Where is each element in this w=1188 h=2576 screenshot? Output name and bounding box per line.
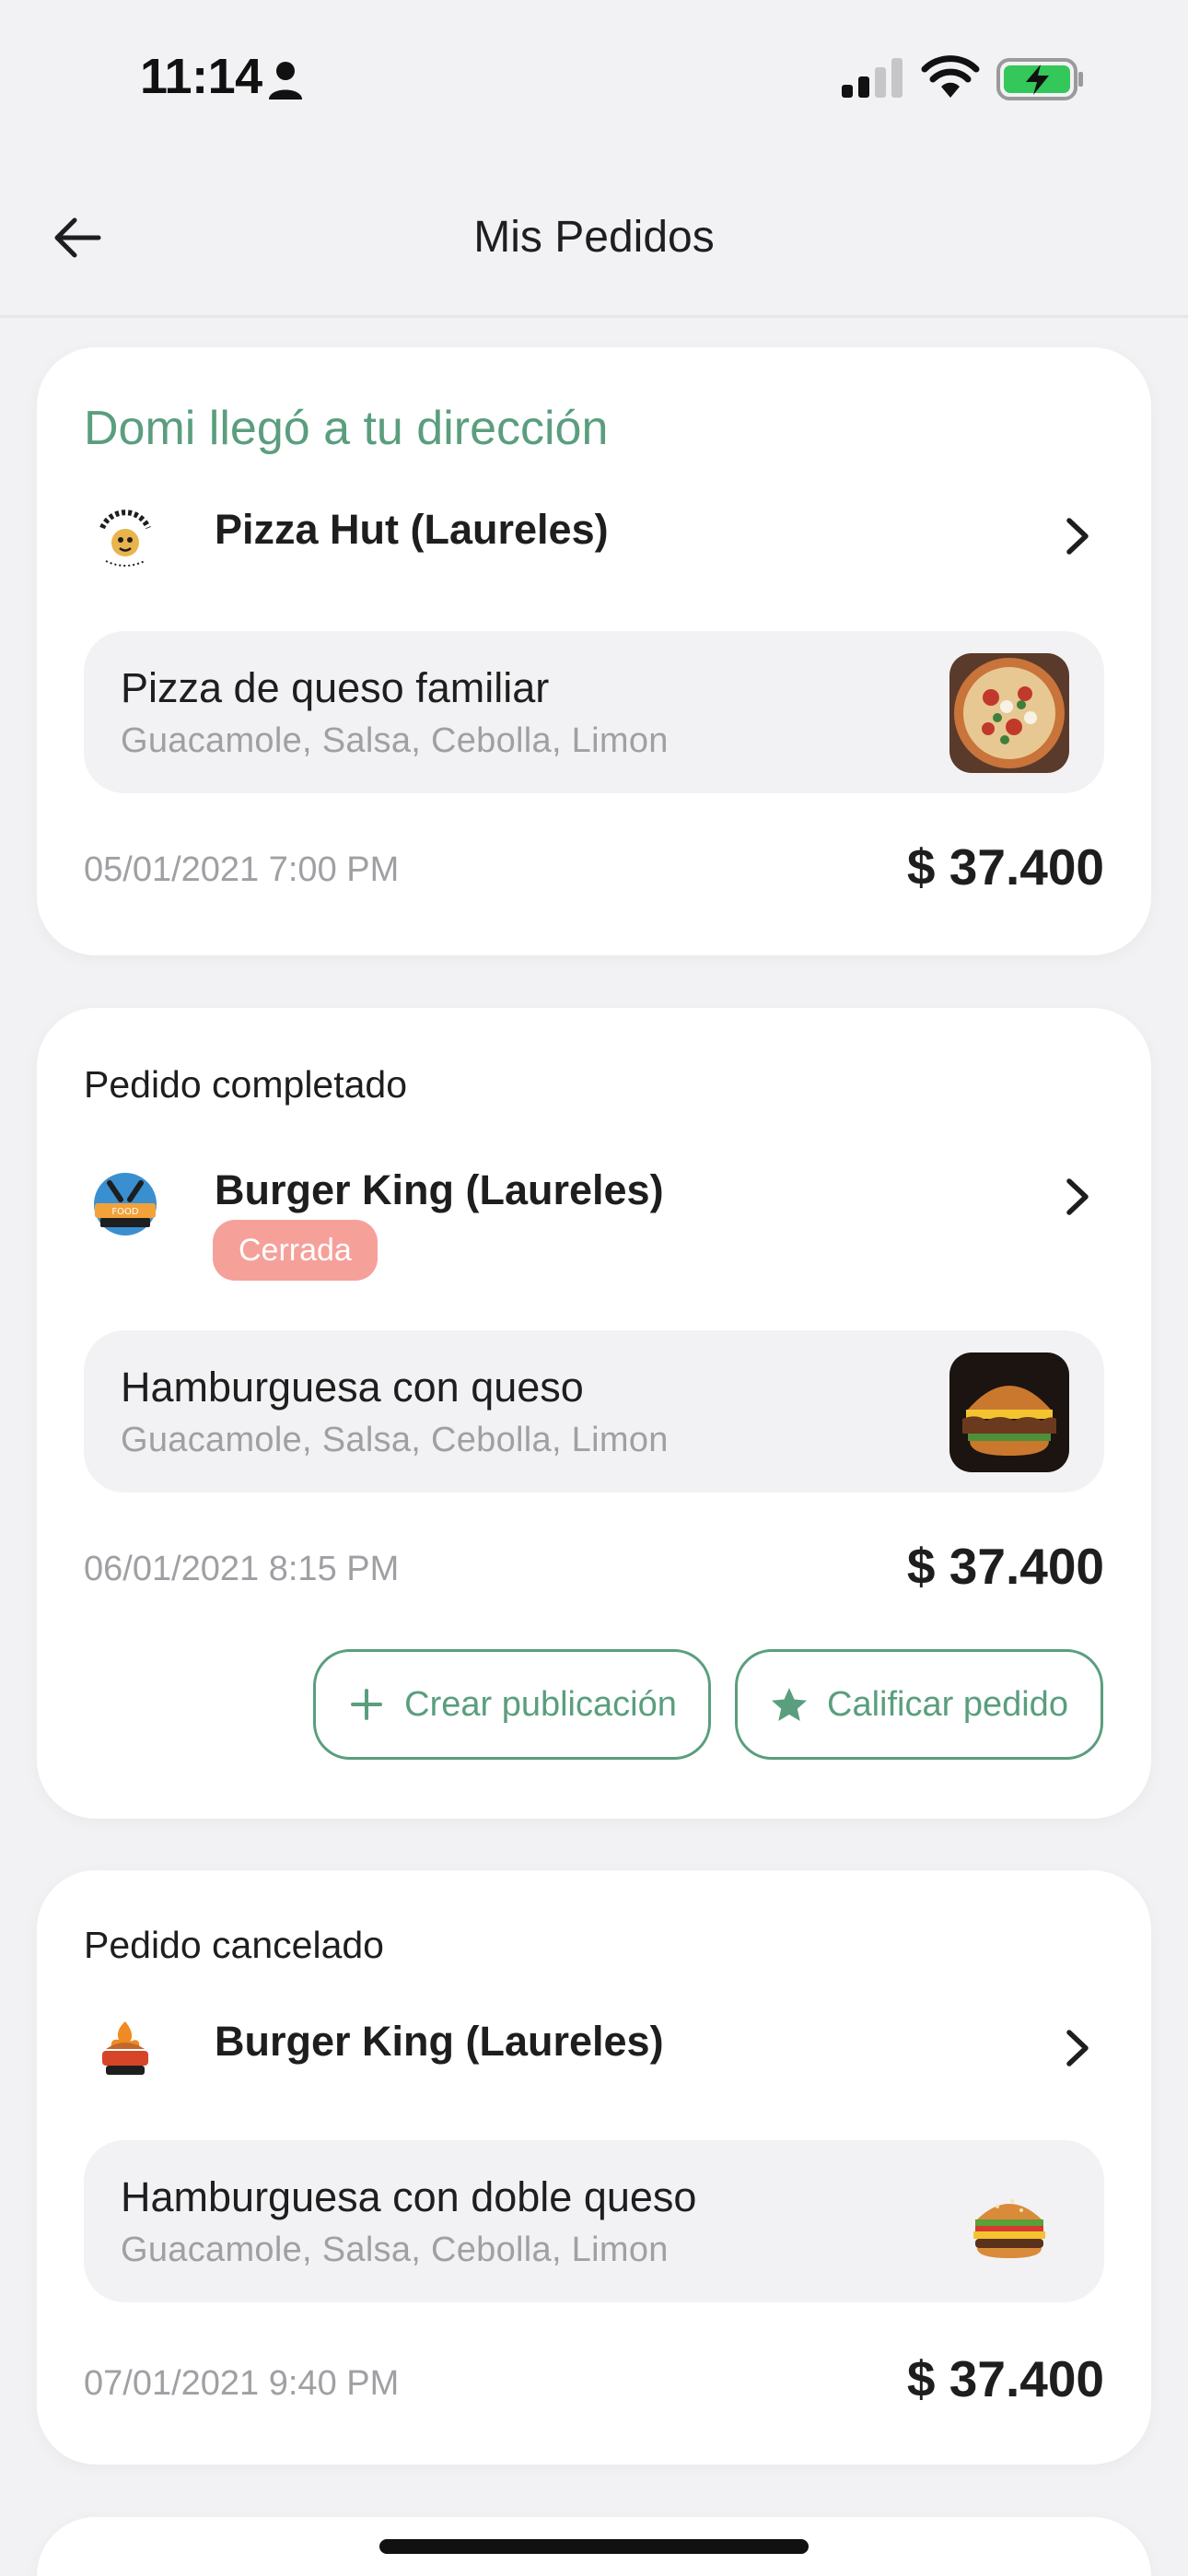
create-post-button[interactable]: Crear publicación — [313, 1649, 711, 1760]
order-total: $ 37.400 — [906, 1538, 1104, 1595]
item-name: Hamburguesa con doble queso — [121, 2173, 697, 2220]
store-name: Burger King (Laureles) — [215, 2018, 664, 2065]
order-card[interactable]: Domi llegó a tu dirección Pizza Hut (Lau… — [37, 347, 1151, 955]
app-header: Mis Pedidos — [0, 157, 1188, 318]
order-date: 06/01/2021 8:15 PM — [84, 1550, 400, 1588]
svg-text:FOOD: FOOD — [111, 1207, 138, 1217]
wifi-icon — [921, 55, 980, 98]
burger-image — [949, 1352, 1069, 1472]
status-badge: Cerrada — [213, 1220, 378, 1281]
item-name: Hamburguesa con queso — [121, 1364, 584, 1411]
store-row[interactable]: Burger King (Laureles) — [84, 2008, 1104, 2091]
orders-screen: 11:14 Mis Pedidos Domi llegó a tu direcc… — [0, 0, 1188, 2576]
order-date: 05/01/2021 7:00 PM — [84, 850, 400, 889]
item-extras: Guacamole, Salsa, Cebolla, Limon — [121, 1421, 669, 1459]
home-indicator[interactable] — [379, 2539, 809, 2554]
create-post-label: Crear publicación — [404, 1684, 677, 1724]
store-name: Pizza Hut (Laureles) — [215, 506, 609, 553]
order-date: 07/01/2021 9:40 PM — [84, 2364, 400, 2403]
store-name: Burger King (Laureles) — [215, 1166, 664, 1213]
status-bar: 11:14 — [0, 0, 1188, 157]
battery-charging-icon — [996, 58, 1083, 100]
order-total: $ 37.400 — [906, 838, 1104, 896]
store-logo: FOOD — [84, 1163, 167, 1246]
item-name: Pizza de queso familiar — [121, 664, 550, 711]
order-status: Domi llegó a tu dirección — [84, 402, 609, 455]
store-row[interactable]: Pizza Hut (Laureles) — [84, 497, 1104, 580]
plus-icon — [351, 1689, 383, 1720]
item-extras: Guacamole, Salsa, Cebolla, Limon — [121, 721, 669, 760]
order-total: $ 37.400 — [906, 2350, 1104, 2407]
order-status: Pedido cancelado — [84, 1924, 384, 1966]
rate-order-button[interactable]: Calificar pedido — [735, 1649, 1103, 1760]
page-title: Mis Pedidos — [473, 213, 715, 262]
person-icon — [269, 62, 302, 100]
store-logo — [84, 497, 167, 580]
status-time: 11:14 — [140, 49, 262, 104]
item-extras: Guacamole, Salsa, Cebolla, Limon — [121, 2231, 669, 2269]
pizza-image — [949, 653, 1069, 773]
order-card[interactable]: Pedido completado FOOD Burger King (Laur… — [37, 1008, 1151, 1819]
chevron-right-icon[interactable] — [1058, 513, 1095, 559]
burger-image — [949, 2162, 1069, 2282]
order-item: Hamburguesa con doble queso Guacamole, S… — [84, 2140, 1104, 2302]
order-item: Hamburguesa con queso Guacamole, Salsa, … — [84, 1330, 1104, 1493]
chevron-right-icon[interactable] — [1058, 1174, 1095, 1220]
store-logo — [84, 2008, 167, 2091]
header-divider — [0, 315, 1188, 318]
order-card[interactable]: Pedido cancelado Burger King (Laureles) … — [37, 1870, 1151, 2465]
chevron-right-icon[interactable] — [1058, 2025, 1095, 2071]
order-item: Pizza de queso familiar Guacamole, Salsa… — [84, 631, 1104, 793]
star-icon — [772, 1688, 808, 1721]
rate-order-label: Calificar pedido — [827, 1684, 1068, 1724]
cellular-signal-icon — [842, 58, 903, 98]
order-status: Pedido completado — [84, 1063, 408, 1106]
